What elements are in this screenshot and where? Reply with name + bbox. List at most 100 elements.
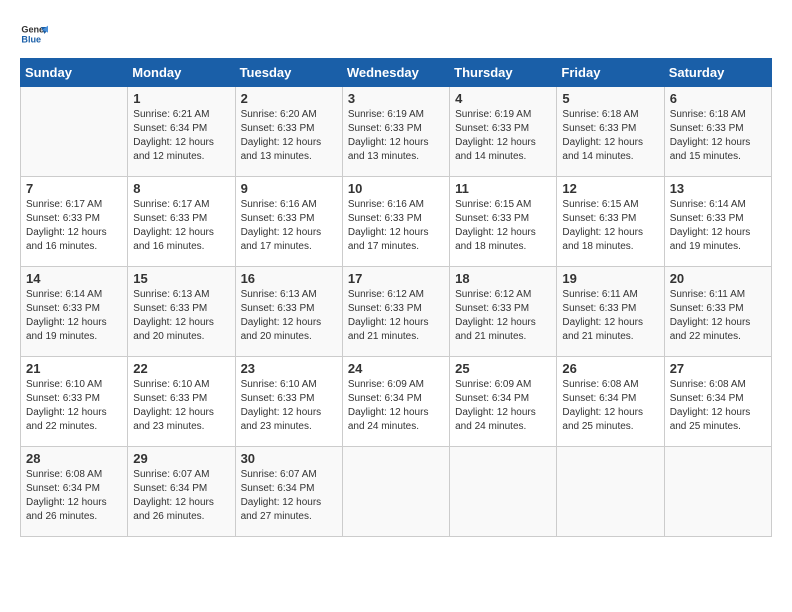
calendar-cell: 26 Sunrise: 6:08 AM Sunset: 6:34 PM Dayli…: [557, 357, 664, 447]
calendar-cell: 27 Sunrise: 6:08 AM Sunset: 6:34 PM Dayli…: [664, 357, 771, 447]
calendar-cell: 29Sunrise: 6:07 AM Sunset: 6:34 PM Dayli…: [128, 447, 235, 537]
day-info: Sunrise: 6:16 AM Sunset: 6:33 PM Dayligh…: [348, 199, 429, 252]
day-info: Sunrise: 6:18 AM Sunset: 6:33 PM Dayligh…: [670, 109, 751, 162]
day-info: Sunrise: 6:08 AM Sunset: 6:34 PM Dayligh…: [670, 379, 751, 432]
page-header: General Blue: [20, 20, 772, 48]
calendar-cell: 19 Sunrise: 6:11 AM Sunset: 6:33 PM Dayli…: [557, 267, 664, 357]
day-info: Sunrise: 6:13 AM Sunset: 6:33 PM Dayligh…: [241, 289, 322, 342]
day-info: Sunrise: 6:10 AM Sunset: 6:33 PM Dayligh…: [133, 379, 214, 432]
day-number: 6: [670, 91, 766, 106]
day-info: Sunrise: 6:17 AM Sunset: 6:33 PM Dayligh…: [133, 199, 214, 252]
calendar-cell: 25Sunrise: 6:09 AM Sunset: 6:34 PM Dayli…: [450, 357, 557, 447]
calendar-cell: 1Sunrise: 6:21 AM Sunset: 6:34 PM Daylig…: [128, 87, 235, 177]
day-info: Sunrise: 6:13 AM Sunset: 6:33 PM Dayligh…: [133, 289, 214, 342]
calendar-cell: 4 Sunrise: 6:19 AM Sunset: 6:33 PM Daylig…: [450, 87, 557, 177]
day-info: Sunrise: 6:12 AM Sunset: 6:33 PM Dayligh…: [348, 289, 429, 342]
header-cell-tuesday: Tuesday: [235, 59, 342, 87]
calendar-cell: 14 Sunrise: 6:14 AM Sunset: 6:33 PM Dayli…: [21, 267, 128, 357]
calendar-cell: 8 Sunrise: 6:17 AM Sunset: 6:33 PM Daylig…: [128, 177, 235, 267]
calendar-week-5: 28Sunrise: 6:08 AM Sunset: 6:34 PM Dayli…: [21, 447, 772, 537]
calendar-cell: [557, 447, 664, 537]
header-cell-saturday: Saturday: [664, 59, 771, 87]
day-number: 17: [348, 271, 444, 286]
calendar-cell: 16 Sunrise: 6:13 AM Sunset: 6:33 PM Dayli…: [235, 267, 342, 357]
day-info: Sunrise: 6:18 AM Sunset: 6:33 PM Dayligh…: [562, 109, 643, 162]
calendar-cell: 13 Sunrise: 6:14 AM Sunset: 6:33 PM Dayli…: [664, 177, 771, 267]
day-info: Sunrise: 6:14 AM Sunset: 6:33 PM Dayligh…: [670, 199, 751, 252]
logo-icon: General Blue: [20, 20, 48, 48]
calendar-week-3: 14 Sunrise: 6:14 AM Sunset: 6:33 PM Dayli…: [21, 267, 772, 357]
day-info: Sunrise: 6:20 AM Sunset: 6:33 PM Dayligh…: [241, 109, 322, 162]
day-number: 10: [348, 181, 444, 196]
day-number: 16: [241, 271, 337, 286]
day-number: 15: [133, 271, 229, 286]
day-info: Sunrise: 6:11 AM Sunset: 6:33 PM Dayligh…: [562, 289, 643, 342]
day-number: 24: [348, 361, 444, 376]
header-cell-wednesday: Wednesday: [342, 59, 449, 87]
calendar-table: SundayMondayTuesdayWednesdayThursdayFrid…: [20, 58, 772, 537]
header-row: SundayMondayTuesdayWednesdayThursdayFrid…: [21, 59, 772, 87]
calendar-cell: [450, 447, 557, 537]
calendar-cell: 12 Sunrise: 6:15 AM Sunset: 6:33 PM Dayli…: [557, 177, 664, 267]
calendar-cell: 2 Sunrise: 6:20 AM Sunset: 6:33 PM Daylig…: [235, 87, 342, 177]
calendar-cell: 7Sunrise: 6:17 AM Sunset: 6:33 PM Daylig…: [21, 177, 128, 267]
day-number: 26: [562, 361, 658, 376]
calendar-cell: 6 Sunrise: 6:18 AM Sunset: 6:33 PM Daylig…: [664, 87, 771, 177]
day-info: Sunrise: 6:08 AM Sunset: 6:34 PM Dayligh…: [562, 379, 643, 432]
calendar-week-1: 1Sunrise: 6:21 AM Sunset: 6:34 PM Daylig…: [21, 87, 772, 177]
calendar-cell: [342, 447, 449, 537]
calendar-week-2: 7Sunrise: 6:17 AM Sunset: 6:33 PM Daylig…: [21, 177, 772, 267]
calendar-cell: [664, 447, 771, 537]
calendar-cell: 5 Sunrise: 6:18 AM Sunset: 6:33 PM Daylig…: [557, 87, 664, 177]
calendar-cell: 3 Sunrise: 6:19 AM Sunset: 6:33 PM Daylig…: [342, 87, 449, 177]
calendar-cell: 28Sunrise: 6:08 AM Sunset: 6:34 PM Dayli…: [21, 447, 128, 537]
day-number: 25: [455, 361, 551, 376]
calendar-cell: 15 Sunrise: 6:13 AM Sunset: 6:33 PM Dayli…: [128, 267, 235, 357]
day-info: Sunrise: 6:16 AM Sunset: 6:33 PM Dayligh…: [241, 199, 322, 252]
day-number: 9: [241, 181, 337, 196]
calendar-cell: 23Sunrise: 6:10 AM Sunset: 6:33 PM Dayli…: [235, 357, 342, 447]
calendar-cell: 9 Sunrise: 6:16 AM Sunset: 6:33 PM Daylig…: [235, 177, 342, 267]
day-number: 18: [455, 271, 551, 286]
calendar-cell: 17 Sunrise: 6:12 AM Sunset: 6:33 PM Dayli…: [342, 267, 449, 357]
calendar-week-4: 21 Sunrise: 6:10 AM Sunset: 6:33 PM Dayli…: [21, 357, 772, 447]
day-number: 2: [241, 91, 337, 106]
day-number: 27: [670, 361, 766, 376]
day-number: 13: [670, 181, 766, 196]
day-info: Sunrise: 6:07 AM Sunset: 6:34 PM Dayligh…: [133, 469, 214, 522]
day-number: 23: [241, 361, 337, 376]
day-number: 19: [562, 271, 658, 286]
day-number: 4: [455, 91, 551, 106]
calendar-cell: 18Sunrise: 6:12 AM Sunset: 6:33 PM Dayli…: [450, 267, 557, 357]
svg-text:Blue: Blue: [21, 34, 41, 44]
logo: General Blue: [20, 20, 50, 48]
calendar-body: 1Sunrise: 6:21 AM Sunset: 6:34 PM Daylig…: [21, 87, 772, 537]
day-info: Sunrise: 6:19 AM Sunset: 6:33 PM Dayligh…: [348, 109, 429, 162]
day-number: 12: [562, 181, 658, 196]
day-number: 3: [348, 91, 444, 106]
day-info: Sunrise: 6:14 AM Sunset: 6:33 PM Dayligh…: [26, 289, 107, 342]
header-cell-sunday: Sunday: [21, 59, 128, 87]
day-info: Sunrise: 6:15 AM Sunset: 6:33 PM Dayligh…: [455, 199, 536, 252]
day-number: 8: [133, 181, 229, 196]
day-info: Sunrise: 6:15 AM Sunset: 6:33 PM Dayligh…: [562, 199, 643, 252]
day-info: Sunrise: 6:17 AM Sunset: 6:33 PM Dayligh…: [26, 199, 107, 252]
day-info: Sunrise: 6:21 AM Sunset: 6:34 PM Dayligh…: [133, 109, 214, 162]
day-info: Sunrise: 6:07 AM Sunset: 6:34 PM Dayligh…: [241, 469, 322, 522]
calendar-cell: 20Sunrise: 6:11 AM Sunset: 6:33 PM Dayli…: [664, 267, 771, 357]
calendar-cell: 11 Sunrise: 6:15 AM Sunset: 6:33 PM Dayli…: [450, 177, 557, 267]
calendar-cell: [21, 87, 128, 177]
day-number: 20: [670, 271, 766, 286]
calendar-cell: 10 Sunrise: 6:16 AM Sunset: 6:33 PM Dayli…: [342, 177, 449, 267]
day-info: Sunrise: 6:19 AM Sunset: 6:33 PM Dayligh…: [455, 109, 536, 162]
calendar-cell: 22Sunrise: 6:10 AM Sunset: 6:33 PM Dayli…: [128, 357, 235, 447]
header-cell-thursday: Thursday: [450, 59, 557, 87]
header-cell-monday: Monday: [128, 59, 235, 87]
day-number: 30: [241, 451, 337, 466]
day-number: 21: [26, 361, 122, 376]
day-number: 11: [455, 181, 551, 196]
day-number: 5: [562, 91, 658, 106]
day-info: Sunrise: 6:10 AM Sunset: 6:33 PM Dayligh…: [26, 379, 107, 432]
day-number: 14: [26, 271, 122, 286]
calendar-cell: 21 Sunrise: 6:10 AM Sunset: 6:33 PM Dayli…: [21, 357, 128, 447]
